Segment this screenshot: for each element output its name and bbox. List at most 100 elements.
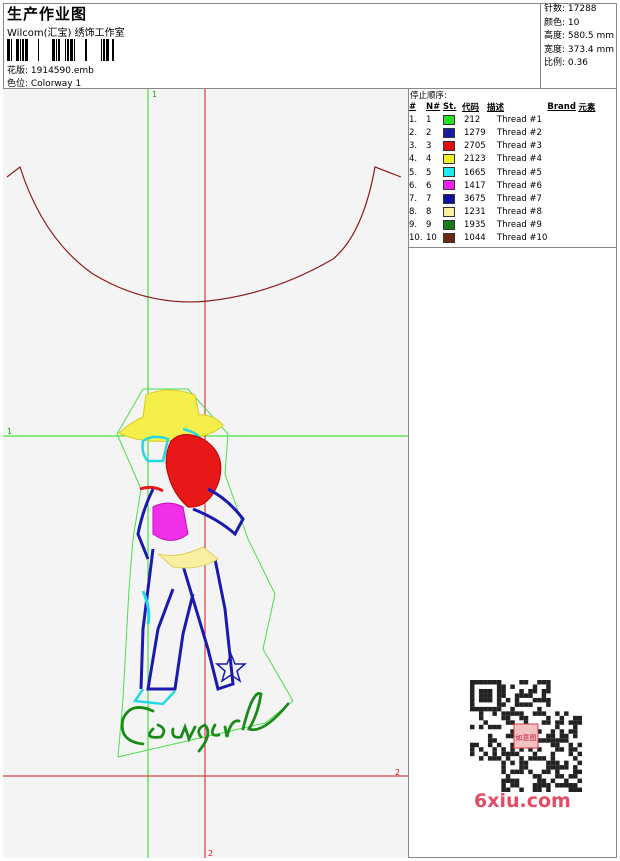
thread-index: 7.: [409, 193, 418, 204]
stitch-count: 针数: 17288: [544, 4, 597, 14]
thread-color-swatch: [443, 140, 462, 153]
barcode: [7, 39, 114, 61]
cowgirl-belt: [157, 546, 219, 569]
thread-needle: 7: [426, 193, 432, 204]
guide-label-bottom: 2: [208, 849, 213, 858]
thread-row[interactable]: 3. 3 2705 Thread #3: [409, 140, 602, 153]
thread-desc: Thread #4: [497, 154, 542, 165]
thread-index: 3.: [409, 141, 418, 152]
thread-row[interactable]: 9. 9 1935 Thread #9: [409, 219, 602, 232]
thread-rows: 1. 1 212 Thread #1 2. 2 1279 Thread #2 3. 3 2705 Th…: [409, 113, 602, 245]
cowgirl-boots: [132, 688, 176, 706]
sheet-header: 生产作业图 Wilcom(汇宝) 绣饰工作室 花版: 1914590.emb 色…: [3, 3, 617, 89]
thread-row[interactable]: 2. 2 1279 Thread #2: [409, 126, 602, 139]
thread-desc: Thread #1: [497, 114, 542, 125]
thread-color-swatch: [443, 113, 462, 126]
thread-row[interactable]: 8. 8 1231 Thread #8: [409, 206, 602, 219]
thread-needle: 10: [426, 233, 437, 244]
thread-code: 3675: [464, 193, 486, 204]
thread-color-swatch: [443, 192, 462, 205]
color-swatch: [443, 206, 455, 217]
thread-index: 2.: [409, 127, 418, 138]
thread-needle: 3: [426, 141, 432, 152]
thread-row[interactable]: 10. 10 1044 Thread #10: [409, 232, 602, 245]
thread-desc: Thread #8: [497, 207, 542, 218]
thread-color-swatch: [443, 179, 462, 192]
thread-color-swatch: [443, 153, 462, 166]
thread-code: 2123: [464, 154, 486, 165]
company-name: Wilcom(汇宝) 绣饰工作室: [7, 28, 125, 39]
thread-desc: Thread #5: [497, 167, 542, 178]
thread-element: [578, 140, 602, 153]
thread-needle: 4: [426, 154, 432, 165]
thread-table: # N# St. 代码 描述 Brand 元素 1. 1 212 Thread #1 2…: [409, 100, 602, 245]
sheet-title: 生产作业图: [7, 5, 88, 23]
col-element: 元素: [578, 102, 596, 113]
site-logo: 6xiu.com: [474, 790, 571, 812]
thread-row[interactable]: 4. 4 2123 Thread #4: [409, 153, 602, 166]
thread-element: [578, 113, 602, 126]
cowgirl-hat: [118, 389, 224, 442]
thread-brand: [547, 232, 578, 245]
color-swatch: [443, 233, 455, 244]
thread-index: 6.: [409, 180, 418, 191]
thread-needle: 8: [426, 207, 432, 218]
thread-color-swatch: [443, 219, 462, 232]
col-needle: N#: [426, 101, 441, 112]
col-code: 代码: [462, 102, 480, 113]
thread-needle: 5: [426, 167, 432, 178]
design-scale: 比例: 0.36: [544, 58, 588, 69]
thread-row[interactable]: 1. 1 212 Thread #1: [409, 113, 602, 126]
thread-code: 1231: [464, 207, 486, 218]
thread-code: 1417: [464, 180, 486, 191]
color-swatch: [443, 180, 455, 191]
thread-brand: [547, 192, 578, 205]
guide-label-right: 2: [395, 768, 400, 777]
thread-brand: [547, 179, 578, 192]
thread-row[interactable]: 7. 7 3675 Thread #7: [409, 192, 602, 205]
design-width: 宽度: 373.4 mm: [544, 44, 615, 55]
thread-needle: 1: [426, 114, 432, 125]
thread-color-swatch: [443, 166, 462, 179]
thread-index: 5.: [409, 167, 418, 178]
thread-table-header: # N# St. 代码 描述 Brand 元素: [409, 100, 602, 113]
thread-code: 1279: [464, 127, 486, 138]
col-brand: Brand: [547, 101, 576, 112]
thread-code: 212: [464, 114, 481, 125]
thread-index: 9.: [409, 220, 418, 231]
garment-neckline: [6, 166, 402, 303]
thread-row[interactable]: 5. 5 1665 Thread #5: [409, 166, 602, 179]
thread-row[interactable]: 6. 6 1417 Thread #6: [409, 179, 602, 192]
design-height: 高度: 580.5 mm: [544, 31, 615, 42]
qr-code: 如意图: [470, 680, 582, 792]
thread-code: 1935: [464, 220, 486, 231]
thread-brand: [547, 219, 578, 232]
thread-index: 10.: [409, 233, 423, 244]
design-file-label: 花版: 1914590.emb: [7, 66, 94, 76]
color-swatch: [443, 127, 455, 138]
color-swatch: [443, 220, 455, 231]
colorway-label: 色位: Colorway 1: [7, 79, 82, 89]
cowgirl-top: [152, 502, 189, 541]
thread-desc: Thread #3: [497, 141, 542, 152]
thread-stop-panel: 停止顺序: # N# St. 代码 描述 Brand 元素 1. 1 212 Thre…: [408, 89, 617, 248]
col-index: #: [409, 101, 417, 112]
thread-index: 4.: [409, 154, 418, 165]
col-swatch: St.: [443, 101, 457, 112]
thread-color-swatch: [443, 206, 462, 219]
thread-element: [578, 219, 602, 232]
design-stats: 针数: 17288 颜色: 10 高度: 580.5 mm 宽度: 373.4 …: [540, 3, 617, 89]
thread-element: [578, 206, 602, 219]
thread-desc: Thread #6: [497, 180, 542, 191]
thread-needle: 6: [426, 180, 432, 191]
design-canvas[interactable]: 1 1 2 2: [3, 89, 409, 858]
thread-desc: Thread #2: [497, 127, 542, 138]
thread-element: [578, 126, 602, 139]
color-swatch: [443, 114, 455, 125]
color-swatch: [443, 167, 455, 178]
color-swatch: [443, 140, 455, 151]
thread-index: 8.: [409, 207, 418, 218]
color-swatch: [443, 154, 455, 165]
thread-brand: [547, 140, 578, 153]
thread-desc: Thread #7: [497, 193, 542, 204]
